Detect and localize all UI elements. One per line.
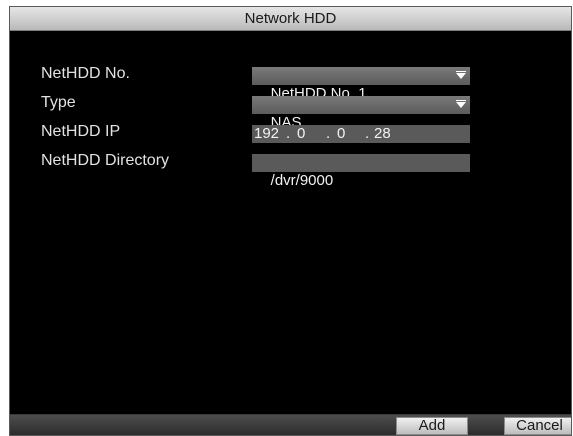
dropdown-bar-icon [456,71,466,72]
cancel-button[interactable]: Cancel [504,417,571,435]
dialog-footer: Add Cancel [10,414,571,435]
type-select[interactable]: NAS [252,96,470,131]
nethdd-directory-label: NetHDD Directory [41,152,170,169]
nethdd-no-select[interactable]: NetHDD No. 1 [252,67,470,102]
nethdd-directory-input[interactable]: /dvr/9000 [252,154,470,189]
nethdd-no-label: NetHDD No. [41,65,130,82]
network-hdd-dialog: Network HDD NetHDD No. NetHDD No. 1 Type… [9,6,572,436]
dialog-title-bar: Network HDD [10,7,571,31]
nethdd-ip-label: NetHDD IP [41,123,121,140]
chevron-down-icon [456,73,466,79]
dialog-title: Network HDD [244,10,337,27]
add-button[interactable]: Add [396,417,468,435]
nethdd-directory-value: /dvr/9000 [270,172,334,189]
ip-octet-2: 0 [297,125,306,142]
ip-octet-1: 192 [254,125,280,142]
dropdown-bar-icon [456,100,466,101]
ip-octet-3: 0 [337,125,346,142]
ip-octet-4: 28 [374,125,391,142]
chevron-down-icon [456,102,466,108]
ip-dot-3: . [365,125,370,142]
ip-dot-2: . [326,125,331,142]
type-label: Type [41,94,76,111]
nethdd-ip-input[interactable]: 192 . 0 . 0 . 28 [252,125,470,143]
ip-dot-1: . [286,125,291,142]
